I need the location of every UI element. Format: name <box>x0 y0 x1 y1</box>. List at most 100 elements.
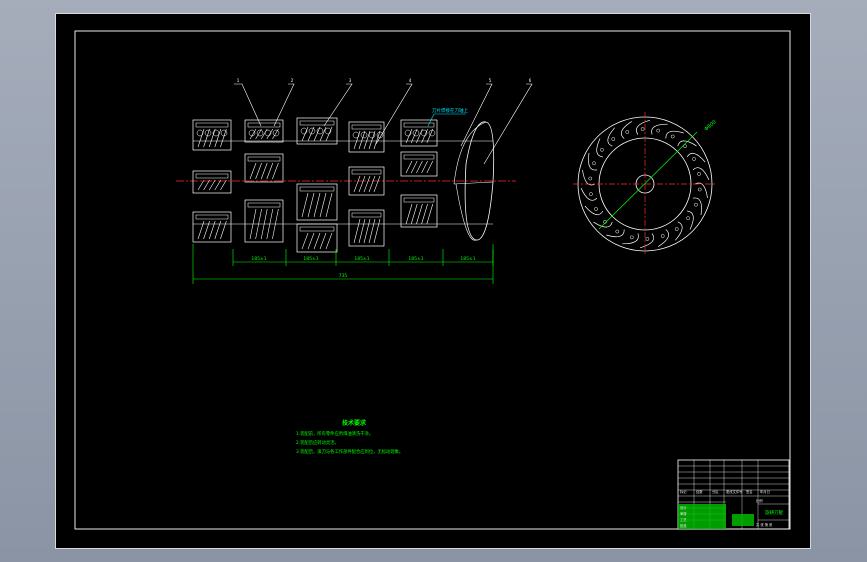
bolt-circle <box>368 131 376 139</box>
balloon-2: 2 <box>291 78 294 83</box>
holder-cap <box>299 226 335 232</box>
blade-bolt <box>611 137 616 141</box>
blade-hatch <box>313 232 321 250</box>
blade-bolt <box>625 130 630 134</box>
holder-cap <box>403 197 435 203</box>
diameter-leader <box>598 131 698 230</box>
side-blade <box>582 169 596 186</box>
blade-bolt <box>589 192 593 196</box>
tb-label-count: 处数 <box>696 489 703 494</box>
blade-hatch <box>214 128 222 148</box>
dimension-labels: 735 185±1 185±1 185±1 185±1 185±1 <box>251 256 475 279</box>
balloon-3: 3 <box>349 78 352 83</box>
blade-hatch <box>405 160 413 174</box>
blade-hatch <box>353 175 361 193</box>
helix-edge-3 <box>453 181 494 185</box>
blade-bolt <box>697 172 701 176</box>
tb-role-review: 审核 <box>680 511 687 516</box>
dim-segment-1: 185±1 <box>251 256 266 262</box>
dim-segment-3: 185±1 <box>354 256 369 262</box>
blade-hatch <box>203 179 210 191</box>
side-blade <box>651 123 668 135</box>
tb-scale-label: 比例 <box>756 498 763 503</box>
blade-hatch <box>358 218 366 244</box>
drawing-canvas[interactable]: 735 185±1 185±1 185±1 185±1 185±1 1 2 3 <box>55 13 811 549</box>
blade-hatch <box>255 162 262 180</box>
blade-hatch <box>307 192 315 218</box>
blade-hatch <box>368 218 376 244</box>
side-blade <box>692 167 710 180</box>
blade-bolt <box>629 235 634 240</box>
blade-hatch <box>260 162 268 180</box>
tb-label-date: 年月日 <box>760 489 770 494</box>
blade-hatch <box>368 130 376 150</box>
blade-bolt <box>670 134 675 139</box>
blade-hatch <box>319 232 327 250</box>
blade-hatch <box>363 218 371 244</box>
balloon-labels: 1 2 3 4 5 6 <box>237 78 532 83</box>
balloon-4: 4 <box>409 78 412 83</box>
side-blade <box>607 127 615 147</box>
bolt-circle <box>360 131 368 139</box>
blade-bolt <box>660 234 665 238</box>
blade-hatch <box>426 203 434 225</box>
tb-label-zone: 分区 <box>712 489 719 494</box>
blade-hatch <box>272 162 279 180</box>
notes-line-3: 3.装配后，滚刀与各工作部件配合应到位，无松动现象。 <box>296 448 403 455</box>
holder-cap <box>299 120 335 126</box>
tb-label-sign: 签名 <box>746 489 753 494</box>
bolt-circle <box>220 129 228 137</box>
side-blade <box>593 221 613 228</box>
tb-label-change: 更改文件号 <box>726 489 743 494</box>
blade-hatch <box>214 179 222 191</box>
helix-edge-1 <box>453 121 487 185</box>
side-blade <box>692 197 702 216</box>
dim-segment-4: 185±1 <box>408 256 423 262</box>
holder-cap <box>351 169 382 175</box>
dim-diameter: Φ800 <box>703 119 717 132</box>
blade-hatch <box>358 175 366 193</box>
rotor-side-view <box>573 112 717 256</box>
side-blade <box>665 130 684 139</box>
side-blade <box>622 233 639 245</box>
side-blade <box>687 210 694 230</box>
blade-hatch <box>410 203 418 225</box>
blade-hatch <box>325 232 333 250</box>
blade-hatch <box>203 128 210 148</box>
blade-hatch <box>426 160 434 174</box>
holder-cap <box>299 186 335 192</box>
blade-hatch <box>197 128 205 148</box>
bolt-circle <box>316 127 324 135</box>
notes-line-1: 1.装配前，所有零件应用煤油清洗干净。 <box>296 430 373 437</box>
blade-bolt <box>640 127 645 131</box>
balloon-6: 6 <box>529 78 532 83</box>
blade-bolt <box>615 229 620 234</box>
holder-cap <box>247 202 281 208</box>
holder-cap <box>247 156 281 162</box>
side-blade <box>694 182 708 199</box>
blade-hatch <box>358 130 366 150</box>
balloon-5: 5 <box>489 78 492 83</box>
blade-holder <box>296 183 338 221</box>
dim-segment-5: 185±1 <box>460 256 475 262</box>
blade-bolt <box>692 157 696 161</box>
holder-cap <box>351 124 382 130</box>
blade-bolt <box>645 237 650 241</box>
blade-hatch <box>368 175 376 193</box>
blade-bolt <box>592 161 596 166</box>
blade-hatch <box>319 192 327 218</box>
blade-hatch <box>416 160 423 174</box>
balloon-1: 1 <box>237 78 240 83</box>
blade-bolt <box>686 216 690 221</box>
dim-overall: 735 <box>339 273 348 279</box>
tb-role-approve: 批准 <box>680 523 687 528</box>
blade-bolt <box>594 207 598 211</box>
blade-bolt <box>588 176 593 181</box>
blade-hatch <box>307 232 315 250</box>
cad-window: 735 185±1 185±1 185±1 185±1 185±1 1 2 3 <box>0 0 867 562</box>
blade-hatch <box>266 162 274 180</box>
title-block: 旋耕刀辊 标记 处数 分区 更改文件号 签名 年月日 设计 审核 工艺 批准 比… <box>677 459 790 530</box>
blade-hatch <box>301 232 309 250</box>
bolt-circle <box>352 131 360 139</box>
rotor-front-view <box>192 117 495 253</box>
